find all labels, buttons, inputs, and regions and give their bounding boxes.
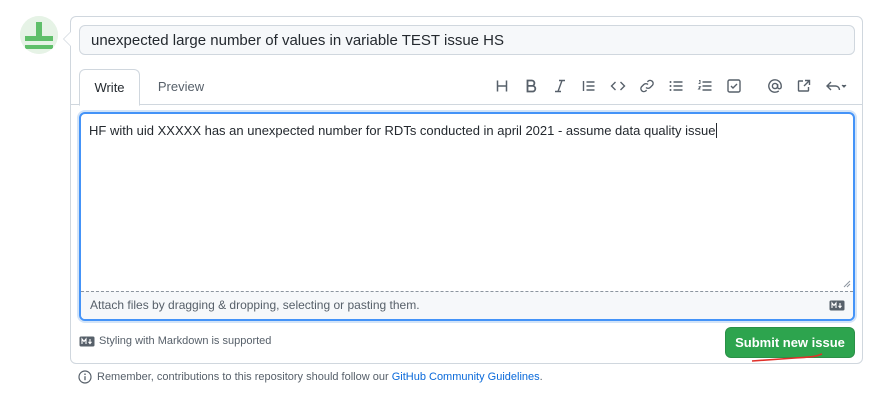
attach-files-hint: Attach files by dragging & dropping, sel… xyxy=(90,298,420,312)
avatar xyxy=(20,16,58,54)
tab-preview[interactable]: Preview xyxy=(146,69,216,106)
red-underline-annotation xyxy=(751,353,823,362)
text-caret xyxy=(715,123,717,138)
contribution-guidelines-note: Remember, contributions to this reposito… xyxy=(78,370,543,384)
tab-write[interactable]: Write xyxy=(79,69,140,106)
guidelines-period: . xyxy=(539,371,543,383)
markdown-supported-note: Styling with Markdown is supported xyxy=(79,335,271,347)
info-icon xyxy=(78,370,92,384)
heading-icon[interactable] xyxy=(487,74,516,98)
numbered-list-icon[interactable] xyxy=(690,74,719,98)
new-issue-form: Write Preview xyxy=(63,16,863,364)
resize-handle-icon[interactable] xyxy=(841,278,851,288)
markdown-supported-text: Styling with Markdown is supported xyxy=(99,335,272,347)
cross-reference-icon[interactable] xyxy=(789,74,818,98)
task-list-icon[interactable] xyxy=(719,74,748,98)
guidelines-text: Remember, contributions to this reposito… xyxy=(97,371,392,383)
avatar-identicon xyxy=(20,16,58,54)
issue-body-text: HF with uid XXXXX has an unexpected numb… xyxy=(89,123,716,138)
attach-files-bar[interactable]: Attach files by dragging & dropping, sel… xyxy=(81,291,853,319)
markdown-icon xyxy=(829,300,845,311)
italic-icon[interactable] xyxy=(545,74,574,98)
community-guidelines-link[interactable]: GitHub Community Guidelines xyxy=(392,371,540,383)
link-icon[interactable] xyxy=(632,74,661,98)
reply-icon[interactable] xyxy=(818,74,854,98)
issue-title-input[interactable] xyxy=(79,25,855,55)
issue-body-textarea[interactable]: HF with uid XXXXX has an unexpected numb… xyxy=(89,122,845,282)
issue-body-editor[interactable]: HF with uid XXXXX has an unexpected numb… xyxy=(79,112,855,321)
markdown-toolbar xyxy=(487,74,854,98)
quote-icon[interactable] xyxy=(574,74,603,98)
markdown-icon xyxy=(79,336,95,346)
bold-icon[interactable] xyxy=(516,74,545,98)
bulleted-list-icon[interactable] xyxy=(661,74,690,98)
mention-icon[interactable] xyxy=(760,74,789,98)
code-icon[interactable] xyxy=(603,74,632,98)
